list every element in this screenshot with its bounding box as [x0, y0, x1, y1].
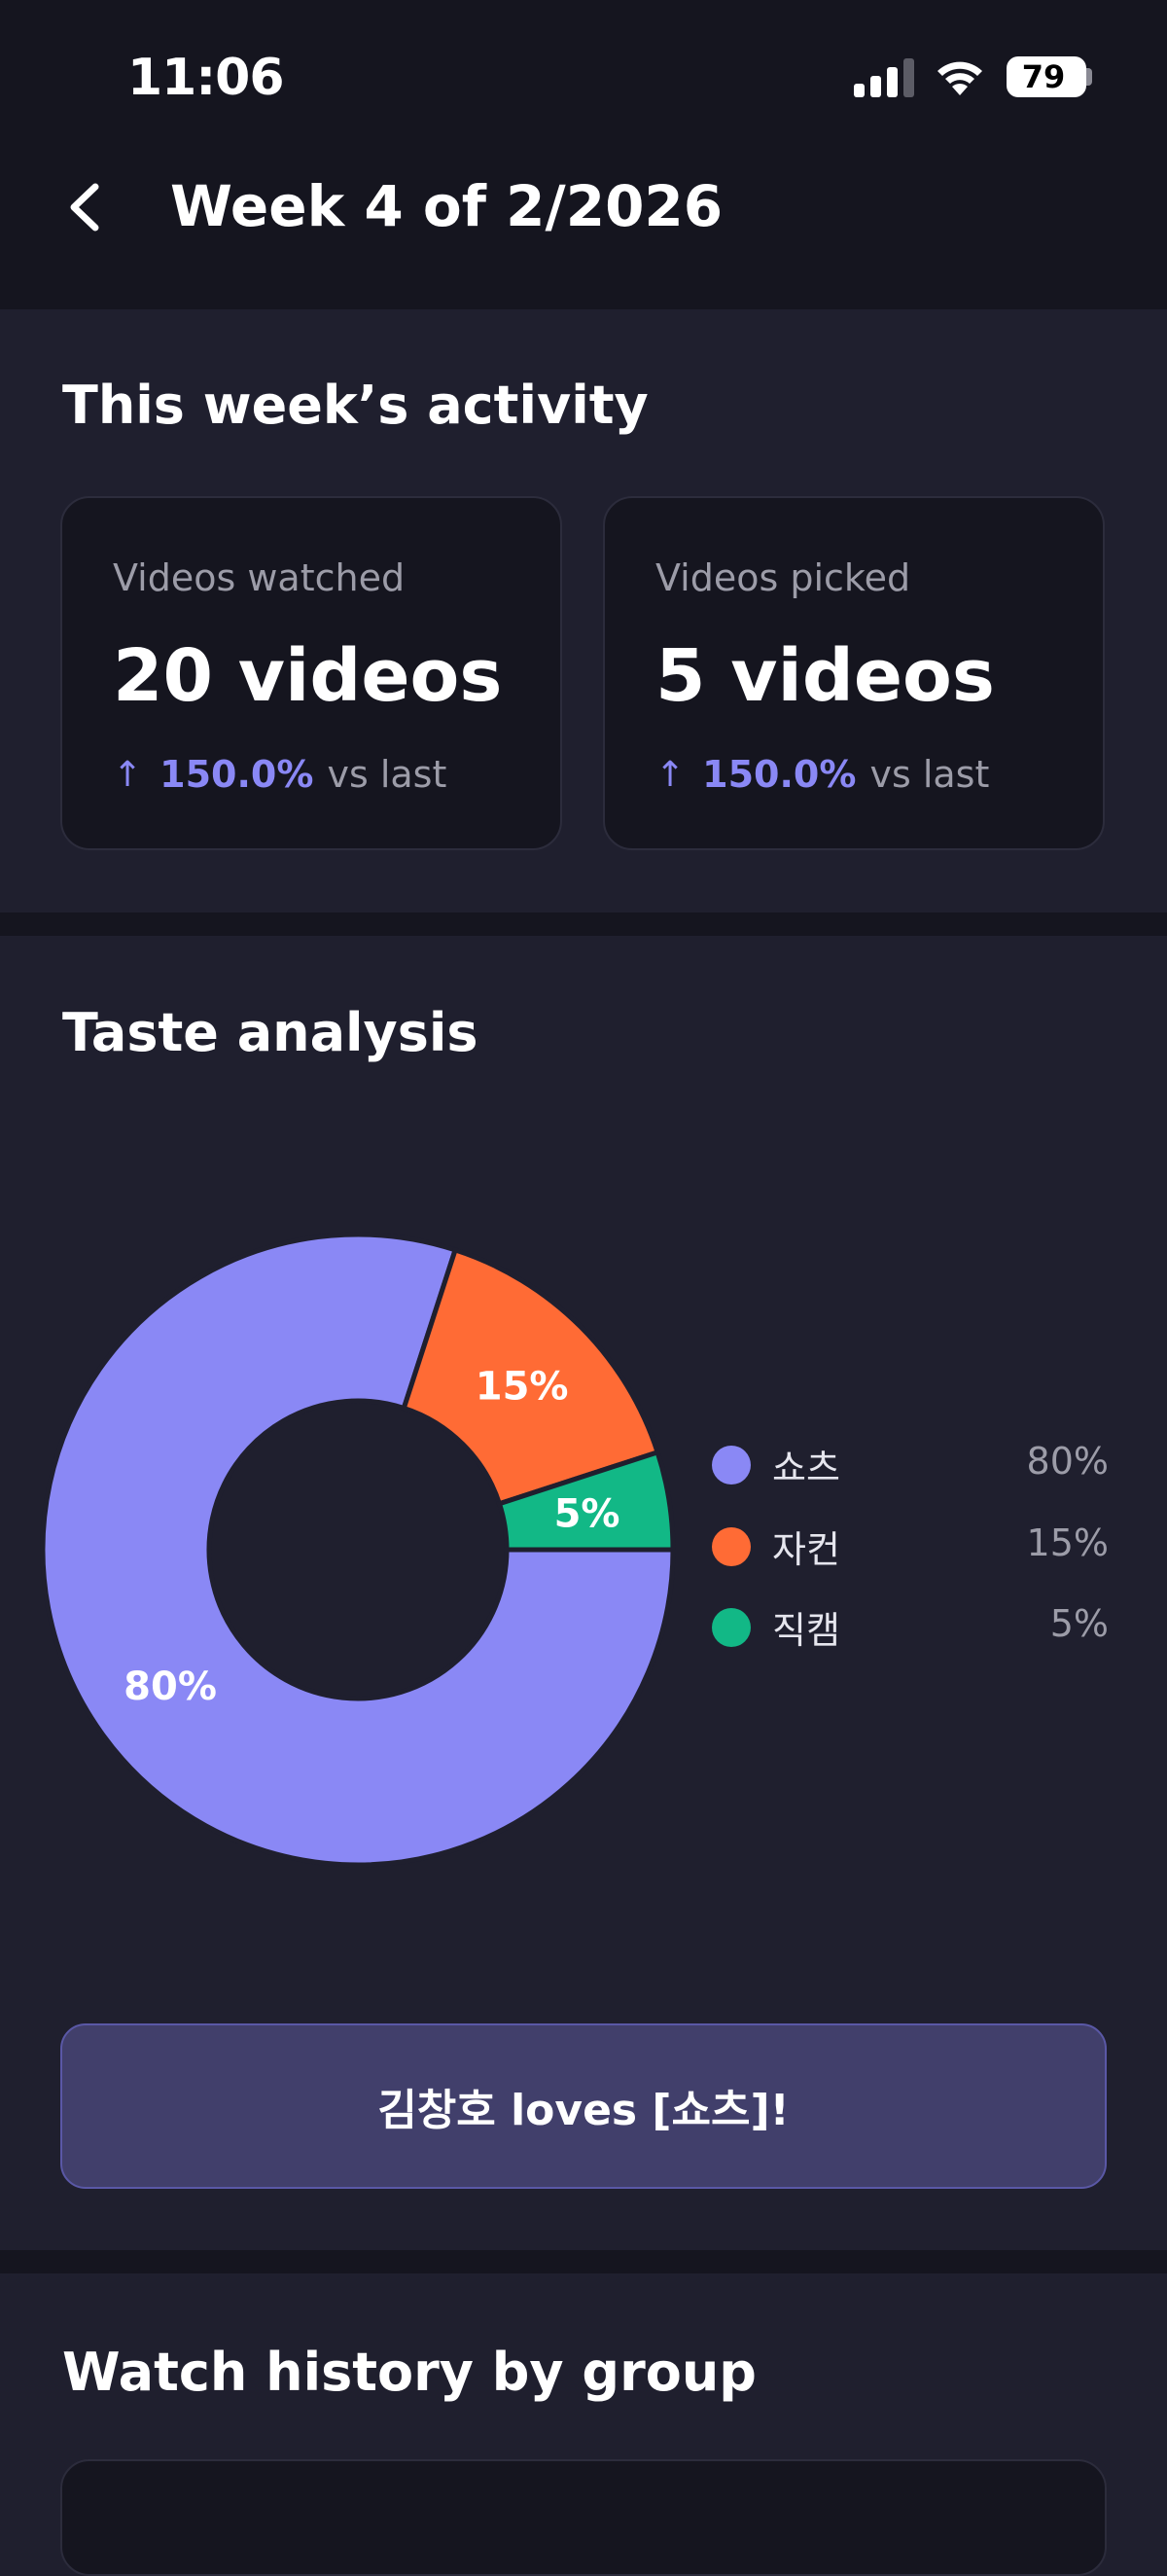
legend-dot — [712, 1608, 751, 1647]
donut-label: 80% — [124, 1664, 217, 1709]
stat-value: 20 videos — [113, 634, 503, 718]
activity-title: This week’s activity — [62, 375, 649, 436]
history-title: Watch history by group — [62, 2342, 757, 2403]
legend-pct: 15% — [1026, 1521, 1109, 1564]
page-title: Week 4 of 2/2026 — [170, 173, 724, 239]
donut-label: 5% — [554, 1492, 620, 1537]
legend-name: 쇼츠 — [772, 1447, 840, 1489]
taste-summary-banner: 김창호 loves [쇼츠]! — [60, 2023, 1107, 2189]
section-divider — [0, 912, 1167, 936]
wifi-icon — [937, 61, 982, 95]
stat-change: ↑ 150.0% vs last — [113, 753, 446, 796]
taste-title: Taste analysis — [62, 1002, 478, 1063]
videos-picked-card: Videos picked 5 videos ↑ 150.0% vs last — [603, 496, 1105, 850]
battery-indicator: 79 — [1007, 56, 1086, 97]
stat-change: ↑ 150.0% vs last — [655, 753, 989, 796]
cellular-signal-icon — [854, 58, 914, 97]
section-divider — [0, 2250, 1167, 2273]
status-time: 11:06 — [127, 49, 285, 107]
battery-level: 79 — [1021, 58, 1066, 95]
stat-label: Videos watched — [113, 556, 406, 599]
legend-item: 자컨 15% — [710, 1518, 1109, 1576]
legend-dot — [712, 1446, 751, 1485]
legend-name: 자컨 — [772, 1528, 840, 1571]
videos-watched-card: Videos watched 20 videos ↑ 150.0% vs las… — [60, 496, 562, 850]
back-chevron-icon[interactable] — [58, 175, 117, 239]
legend-item: 직캠 5% — [710, 1598, 1109, 1657]
stat-compare: vs last — [869, 753, 990, 796]
legend-pct: 5% — [1049, 1602, 1109, 1645]
legend-dot — [712, 1527, 751, 1566]
stat-change-pct: 150.0% — [159, 753, 314, 796]
arrow-up-icon: ↑ — [113, 754, 143, 795]
legend-item: 쇼츠 80% — [710, 1436, 1109, 1494]
legend-name: 직캠 — [772, 1609, 840, 1652]
legend-pct: 80% — [1026, 1440, 1109, 1483]
taste-donut-chart: 5% 15% 80% — [40, 1232, 676, 1868]
stat-label: Videos picked — [655, 556, 911, 599]
arrow-up-icon: ↑ — [655, 754, 686, 795]
history-card[interactable] — [60, 2459, 1107, 2576]
stat-change-pct: 150.0% — [702, 753, 857, 796]
stat-compare: vs last — [327, 753, 447, 796]
donut-label: 15% — [476, 1364, 569, 1409]
stat-value: 5 videos — [655, 634, 995, 718]
battery-tip-icon — [1086, 68, 1092, 86]
